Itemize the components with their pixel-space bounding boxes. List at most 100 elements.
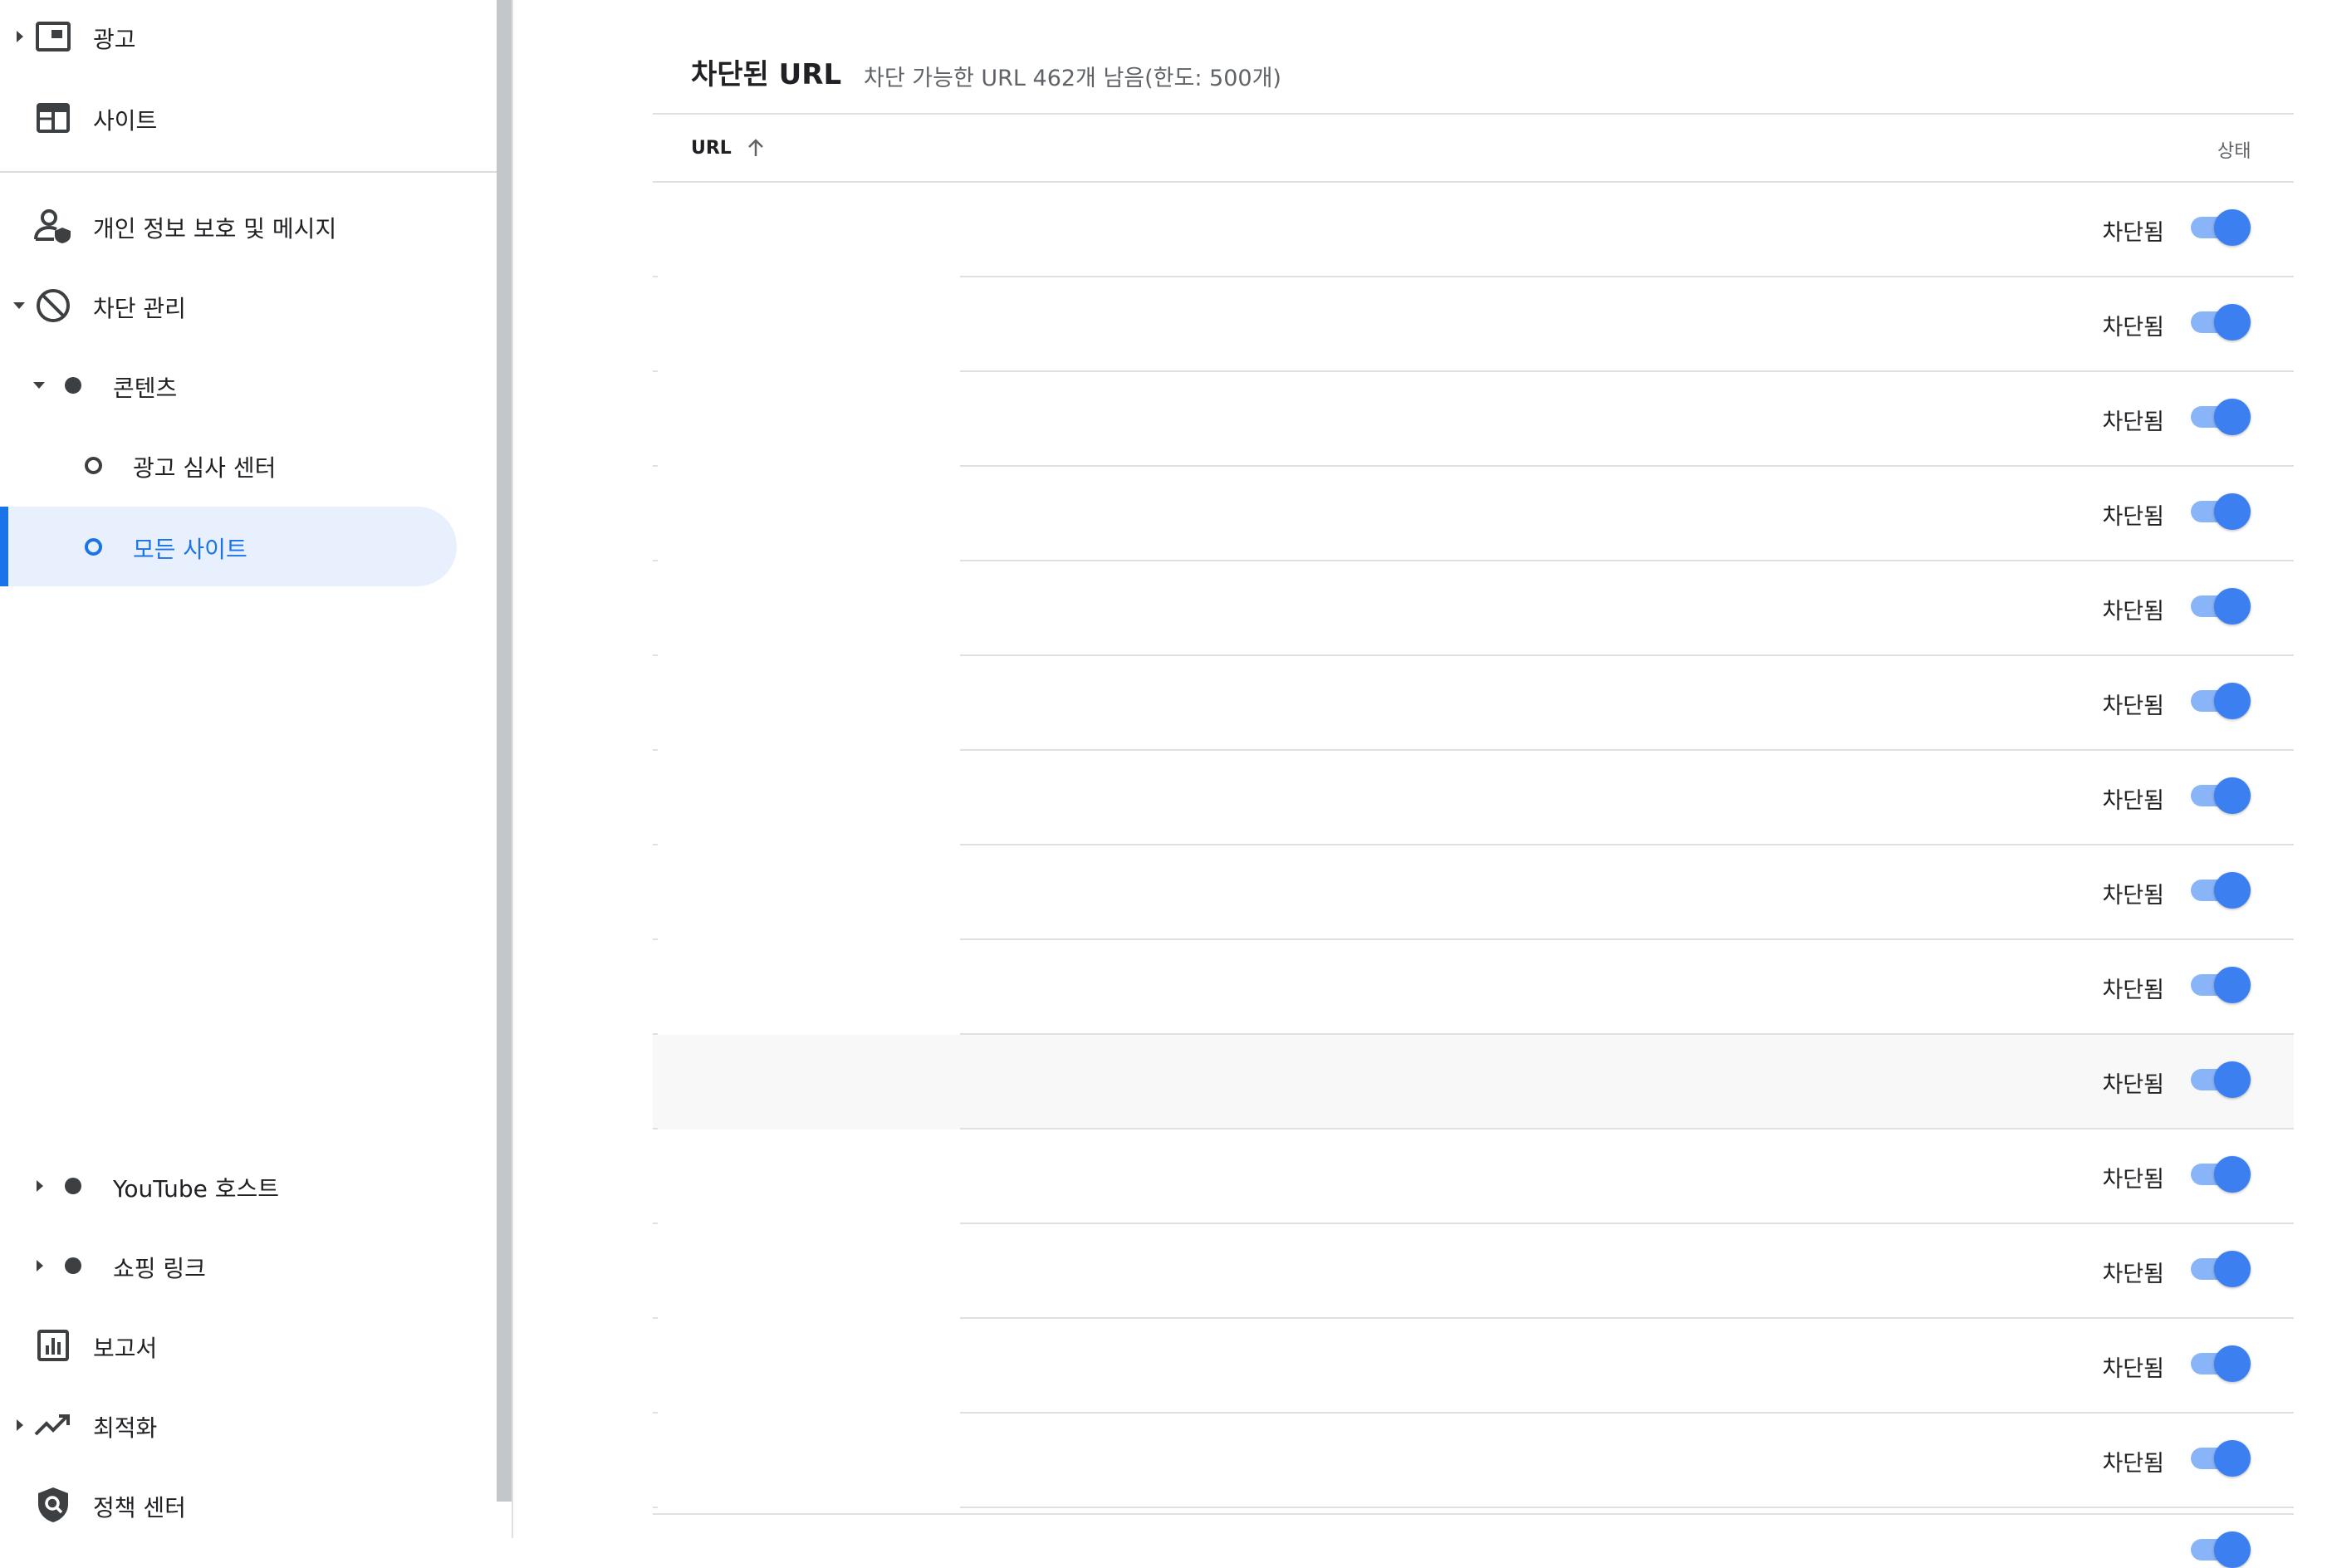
table-row[interactable]: 차단됨 bbox=[653, 467, 2294, 561]
block-icon bbox=[33, 286, 73, 326]
active-indicator bbox=[0, 507, 8, 586]
blocked-toggle[interactable] bbox=[2187, 679, 2251, 719]
toggle-thumb bbox=[2214, 1531, 2251, 1568]
table-row[interactable]: 차단됨 bbox=[653, 277, 2294, 372]
toggle-thumb bbox=[2214, 588, 2251, 625]
column-header-status[interactable]: 상태 bbox=[2217, 136, 2251, 163]
row-status-text: 차단됨 bbox=[2102, 1451, 2164, 1477]
sidebar-item-label: 광고 심사 센터 bbox=[133, 454, 277, 482]
sort-ascending-icon[interactable] bbox=[744, 136, 767, 159]
toggle-thumb bbox=[2214, 1440, 2251, 1477]
table-row[interactable]: 차단됨 bbox=[653, 1035, 2294, 1129]
toggle-thumb bbox=[2214, 967, 2251, 1003]
toggle-thumb bbox=[2214, 304, 2251, 341]
bullet-ring-icon bbox=[85, 538, 102, 556]
table-row[interactable]: 차단됨 bbox=[653, 656, 2294, 751]
bullet-icon bbox=[65, 1257, 81, 1274]
blocked-toggle[interactable] bbox=[2187, 301, 2251, 341]
table-row[interactable]: 차단됨 bbox=[653, 751, 2294, 845]
sidebar-item-label: 사이트 bbox=[93, 107, 158, 135]
table-row[interactable]: 차단됨 bbox=[653, 1319, 2294, 1414]
sidebar-item-content[interactable]: 콘텐츠 bbox=[0, 345, 457, 425]
toggle-thumb bbox=[2214, 399, 2251, 435]
sidebar-item-sites[interactable]: 사이트 bbox=[0, 78, 457, 158]
toggle-thumb bbox=[2214, 209, 2251, 246]
row-status-text: 차단됨 bbox=[2102, 883, 2164, 909]
blocked-toggle[interactable] bbox=[2187, 585, 2251, 625]
table-row[interactable]: 차단됨 bbox=[653, 372, 2294, 467]
row-status-text: 차단됨 bbox=[2102, 409, 2164, 435]
table-row[interactable]: 차단됨 bbox=[653, 940, 2294, 1035]
toggle-thumb bbox=[2214, 777, 2251, 814]
toggle-thumb bbox=[2214, 1345, 2251, 1382]
blocked-toggle[interactable] bbox=[2187, 1058, 2251, 1098]
sidebar-item-blocking[interactable]: 차단 관리 bbox=[0, 266, 457, 345]
expand-caret-icon[interactable] bbox=[17, 1419, 23, 1431]
panel-divider bbox=[512, 0, 513, 1538]
bullet-icon bbox=[65, 1178, 81, 1194]
row-status-text: 차단됨 bbox=[2102, 788, 2164, 814]
row-status-text: 차단됨 bbox=[2102, 1262, 2164, 1287]
bullet-icon bbox=[65, 377, 81, 394]
expand-caret-icon[interactable] bbox=[17, 31, 23, 42]
blocked-toggle[interactable] bbox=[2187, 1247, 2251, 1287]
toggle-thumb bbox=[2214, 1061, 2251, 1098]
expand-caret-icon[interactable] bbox=[37, 1260, 43, 1272]
blocked-toggle[interactable] bbox=[2187, 963, 2251, 1003]
row-status-text: 차단됨 bbox=[2102, 315, 2164, 341]
policy-shield-icon bbox=[33, 1485, 73, 1525]
row-status-text: 차단됨 bbox=[2102, 693, 2164, 719]
sidebar-item-ad-review[interactable]: 광고 심사 센터 bbox=[0, 425, 457, 505]
row-status-text: 차단됨 bbox=[2102, 220, 2164, 246]
bullet-ring-icon bbox=[85, 457, 102, 474]
row-status-text: 차단됨 bbox=[2102, 1167, 2164, 1193]
blocked-toggle[interactable] bbox=[2187, 490, 2251, 530]
row-divider bbox=[960, 1507, 2294, 1508]
url-quota-text: 차단 가능한 URL 462개 남음(한도: 500개) bbox=[864, 66, 1281, 91]
row-divider-stub bbox=[653, 1507, 658, 1508]
sidebar-item-youtube-host[interactable]: YouTube 호스트 bbox=[0, 1146, 457, 1226]
sidebar-item-label: 정책 센터 bbox=[93, 1494, 186, 1521]
toggle-thumb bbox=[2214, 683, 2251, 719]
collapse-caret-icon[interactable] bbox=[13, 302, 25, 309]
page-title: 차단된 URL bbox=[691, 58, 842, 91]
sidebar-item-reports[interactable]: 보고서 bbox=[0, 1306, 457, 1385]
column-header-url[interactable]: URL bbox=[691, 138, 732, 159]
table-row[interactable]: 차단됨 bbox=[653, 1224, 2294, 1319]
table-row[interactable]: 차단됨 bbox=[653, 845, 2294, 940]
blocked-toggle[interactable] bbox=[2187, 774, 2251, 814]
sidebar-item-label: 콘텐츠 bbox=[113, 375, 178, 402]
table-row[interactable]: 차단됨 bbox=[653, 1414, 2294, 1508]
sidebar: 광고 사이트 개인 정보 보호 및 메시지 차단 관리 콘텐츠 광고 심사 센터 bbox=[0, 0, 497, 1538]
sidebar-scrollbar[interactable] bbox=[497, 0, 512, 1502]
sidebar-item-label: 광고 bbox=[93, 26, 136, 53]
blocked-toggle[interactable] bbox=[2187, 1153, 2251, 1193]
sidebar-item-all-sites[interactable]: 모든 사이트 bbox=[0, 507, 457, 586]
toggle-thumb bbox=[2214, 1251, 2251, 1287]
row-status-text: 차단됨 bbox=[2102, 1356, 2164, 1382]
toggle-thumb bbox=[2214, 1156, 2251, 1193]
expand-caret-icon[interactable] bbox=[37, 1180, 43, 1192]
blocked-toggle[interactable] bbox=[2187, 1528, 2251, 1568]
table-row[interactable]: 차단됨 bbox=[653, 561, 2294, 656]
sidebar-item-shopping-links[interactable]: 쇼핑 링크 bbox=[0, 1226, 457, 1306]
table-row[interactable]: 차단됨 bbox=[653, 183, 2294, 277]
collapse-caret-icon[interactable] bbox=[33, 382, 45, 389]
sidebar-item-optimization[interactable]: 최적화 bbox=[0, 1385, 457, 1465]
toggle-thumb bbox=[2214, 493, 2251, 530]
blocked-toggle[interactable] bbox=[2187, 395, 2251, 435]
row-status-text: 차단됨 bbox=[2102, 1072, 2164, 1098]
sidebar-item-policy-center[interactable]: 정책 센터 bbox=[0, 1465, 457, 1545]
sidebar-item-label: 모든 사이트 bbox=[133, 536, 247, 563]
blocked-toggle[interactable] bbox=[2187, 1437, 2251, 1477]
sidebar-item-label: 보고서 bbox=[93, 1335, 158, 1362]
sidebar-item-label: 차단 관리 bbox=[93, 295, 186, 322]
blocked-toggle[interactable] bbox=[2187, 206, 2251, 246]
blocked-toggle[interactable] bbox=[2187, 869, 2251, 909]
sidebar-item-privacy[interactable]: 개인 정보 보호 및 메시지 bbox=[0, 186, 457, 266]
sidebar-item-label: 쇼핑 링크 bbox=[113, 1255, 206, 1282]
table-row[interactable]: 차단됨 bbox=[653, 1129, 2294, 1224]
row-status-text: 차단됨 bbox=[2102, 599, 2164, 625]
sidebar-item-ads[interactable]: 광고 bbox=[0, 0, 457, 76]
blocked-toggle[interactable] bbox=[2187, 1342, 2251, 1382]
